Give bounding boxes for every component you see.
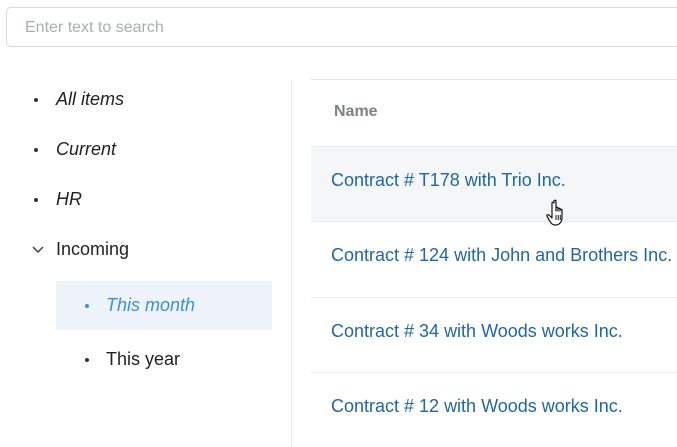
tree-item-this-month[interactable]: This month xyxy=(56,281,272,330)
tree-item-label: Current xyxy=(56,139,117,159)
records-table: Name Contract # T178 with Trio Inc. Cont… xyxy=(311,79,677,447)
column-header-name[interactable]: Name xyxy=(334,103,378,121)
tree-item-this-year[interactable]: This year xyxy=(0,344,270,376)
bullet-icon xyxy=(85,358,89,362)
search-box[interactable] xyxy=(6,7,677,48)
record-link[interactable]: Contract # 124 with John and Brothers In… xyxy=(331,245,672,266)
tree-item-current[interactable]: Current xyxy=(0,134,270,166)
table-row[interactable]: Contract # T178 with Trio Inc. xyxy=(311,146,677,221)
tree-item-incoming[interactable]: Incoming xyxy=(0,234,270,266)
divider xyxy=(291,80,292,447)
record-link[interactable]: Contract # 34 with Woods works Inc. xyxy=(331,321,623,342)
tree-item-label: This month xyxy=(106,295,196,315)
tree-item-label: Incoming xyxy=(56,239,130,259)
page: All items Current HR Incoming This month… xyxy=(0,0,677,447)
table-row[interactable]: Contract # 12 with Woods works Inc. xyxy=(311,372,677,447)
tree-item-label: HR xyxy=(56,189,82,209)
bullet-icon xyxy=(85,304,89,308)
table-border xyxy=(311,79,677,80)
bullet-icon xyxy=(34,148,38,152)
hand-cursor-icon xyxy=(546,199,563,226)
table-row[interactable]: Contract # 124 with John and Brothers In… xyxy=(311,221,677,296)
search-input[interactable] xyxy=(23,8,667,48)
tree-item-label: All items xyxy=(56,89,125,109)
tree-item-hr[interactable]: HR xyxy=(0,184,270,216)
bullet-icon xyxy=(34,198,38,202)
record-link[interactable]: Contract # 12 with Woods works Inc. xyxy=(331,396,623,417)
tree-item-all-items[interactable]: All items xyxy=(0,84,270,116)
table-row[interactable]: Contract # 34 with Woods works Inc. xyxy=(311,297,677,372)
bullet-icon xyxy=(34,98,38,102)
tree-item-label: This year xyxy=(106,349,181,369)
record-link[interactable]: Contract # T178 with Trio Inc. xyxy=(331,170,566,191)
